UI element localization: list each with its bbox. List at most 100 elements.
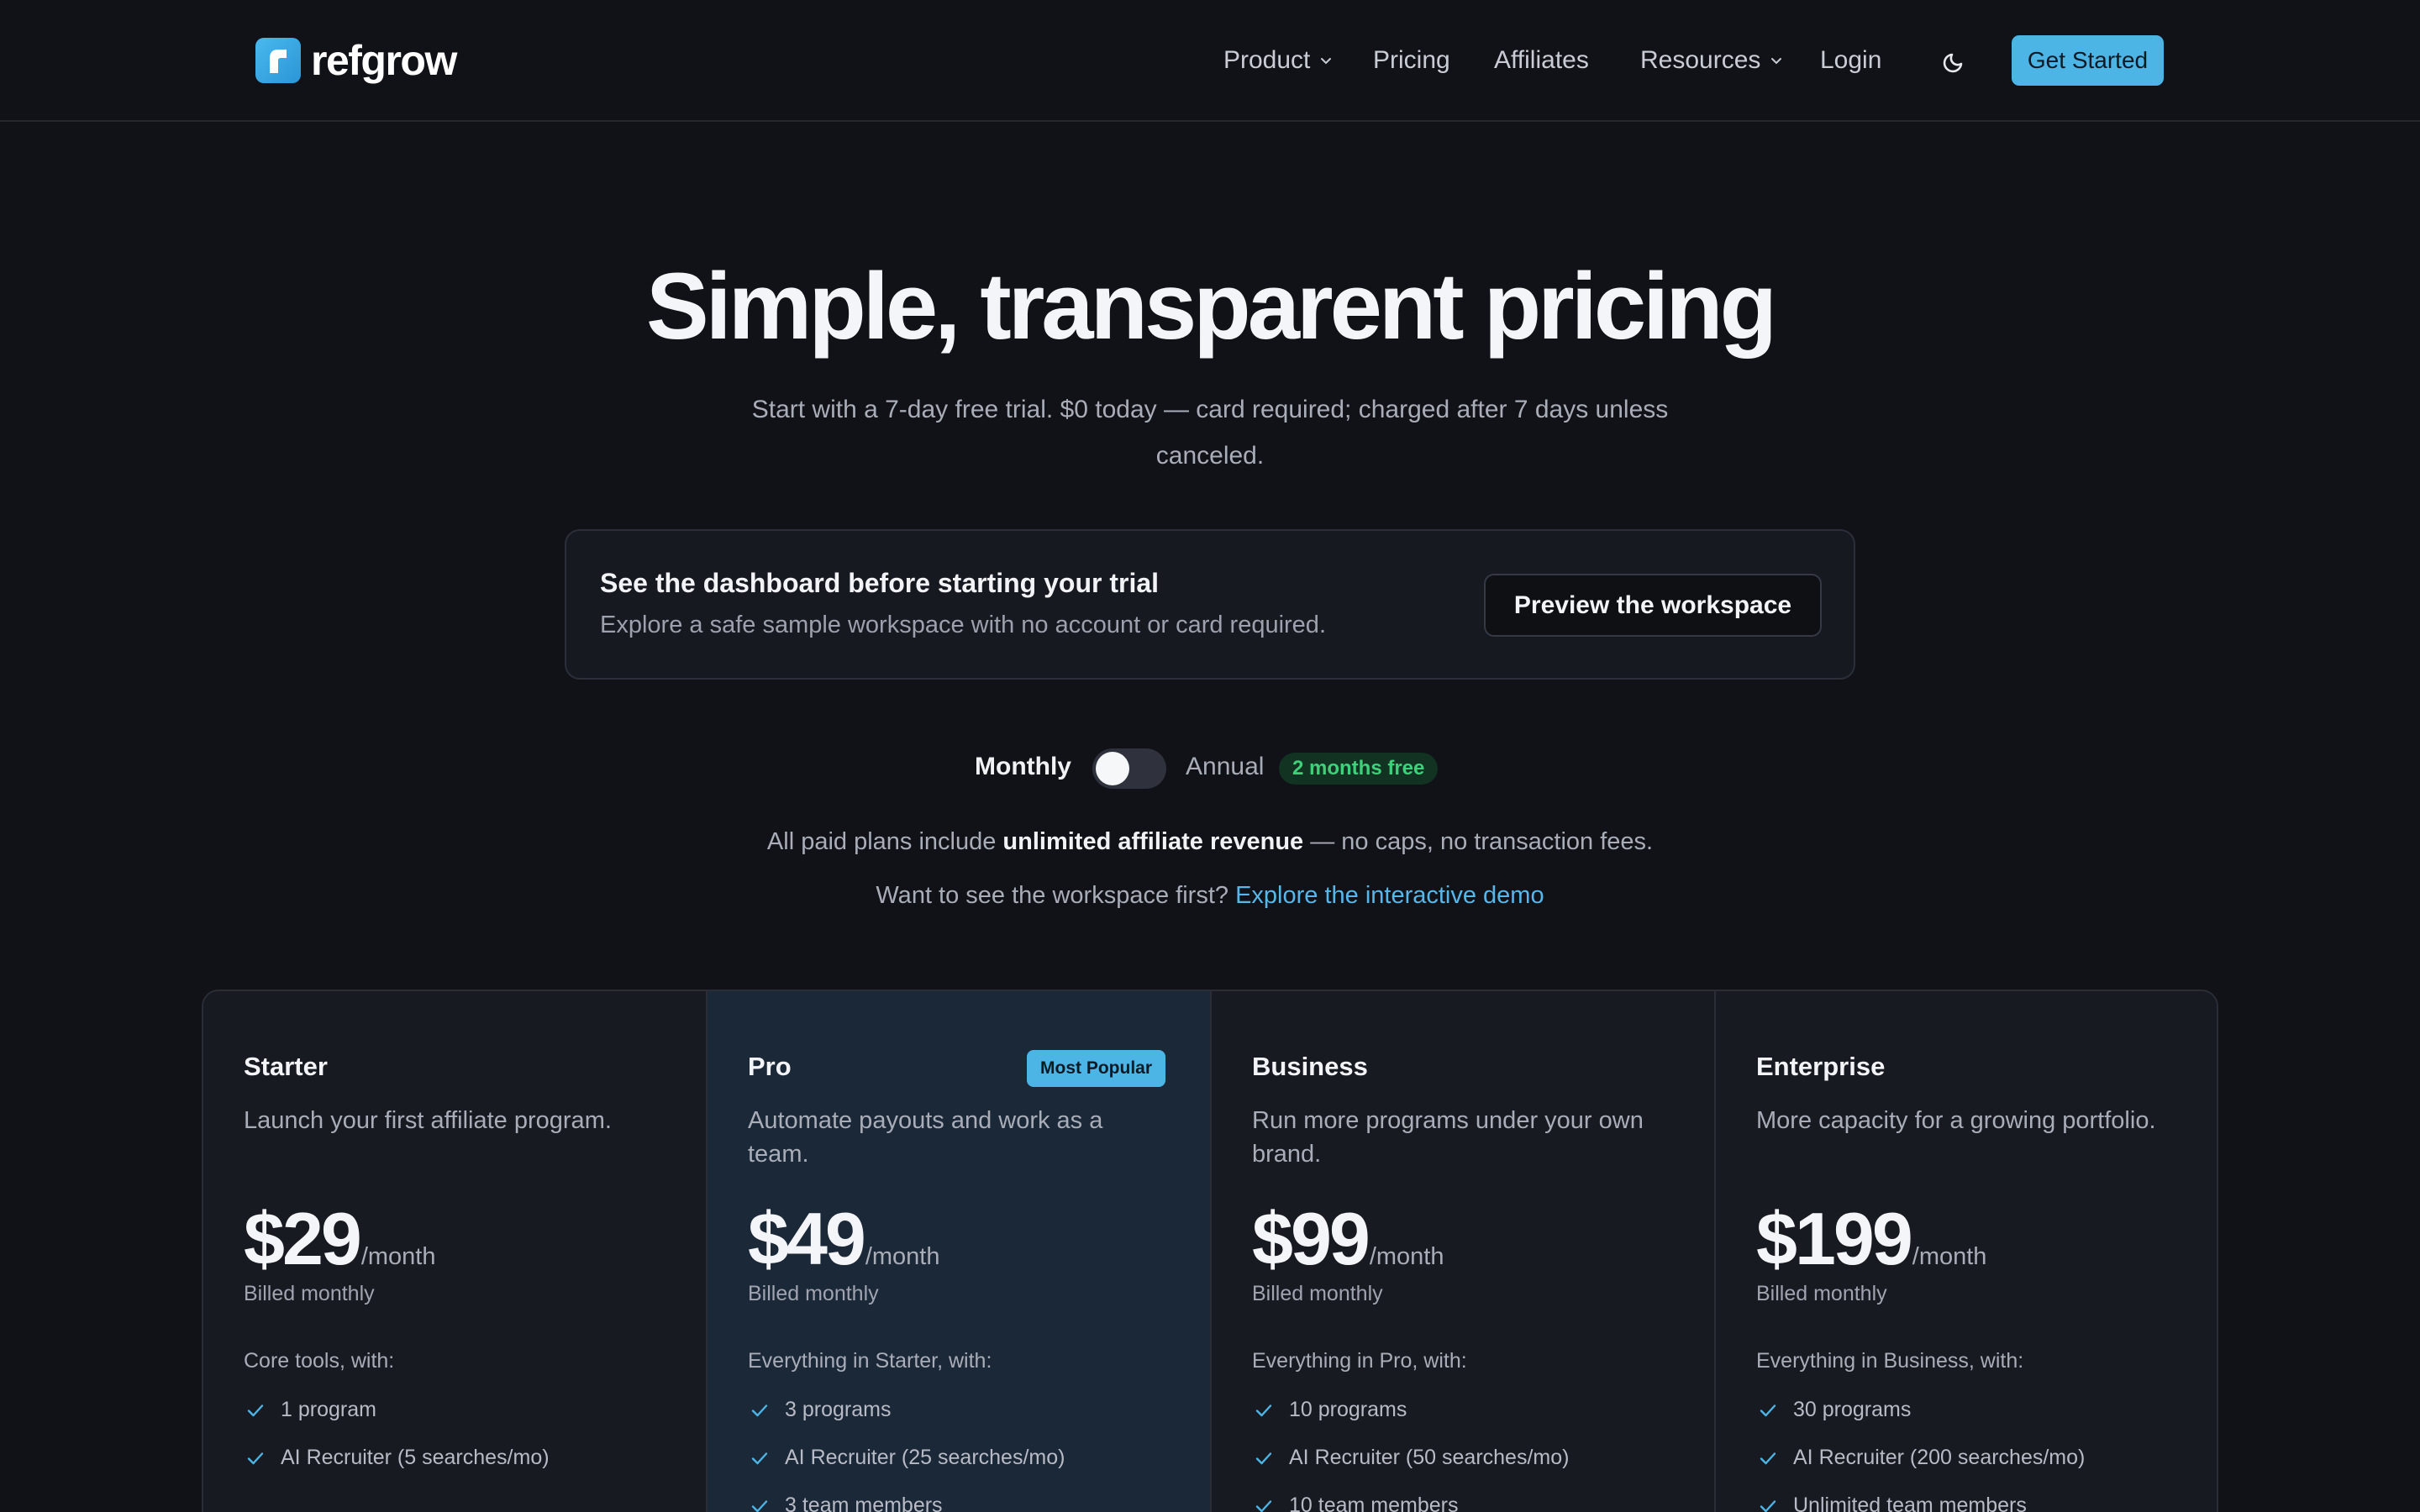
feature-list: 10 programs AI Recruiter (50 searches/mo… — [1252, 1386, 1569, 1512]
annual-discount-badge: 2 months free — [1279, 753, 1439, 785]
feature-item: AI Recruiter (25 searches/mo) — [748, 1434, 1065, 1482]
check-icon — [1255, 1499, 1272, 1512]
nav-product[interactable]: Product — [1223, 46, 1334, 75]
feature-item: 1 program — [244, 1386, 550, 1434]
check-icon — [247, 1452, 264, 1464]
plan-price: $29 /month — [244, 1196, 436, 1282]
plan-card-business: Business Run more programs under your own… — [1212, 991, 1716, 1512]
check-icon — [1760, 1404, 1776, 1416]
plan-price: $99 /month — [1252, 1196, 1444, 1282]
plans-note-prefix: All paid plans include — [766, 828, 1003, 855]
moon-icon — [1943, 53, 1963, 73]
check-icon — [751, 1499, 768, 1512]
billing-note: Billed monthly — [244, 1282, 375, 1305]
check-icon — [751, 1452, 768, 1464]
feature-text: 30 programs — [1793, 1398, 1912, 1421]
feature-text: 3 programs — [785, 1398, 892, 1421]
billing-annual-label[interactable]: Annual — [1186, 753, 1264, 781]
preview-title: See the dashboard before starting your t… — [600, 568, 1160, 598]
interactive-demo-link[interactable]: Explore the interactive demo — [1235, 882, 1544, 909]
feature-item: 3 team members — [748, 1482, 1065, 1512]
refgrow-logo-icon — [255, 38, 301, 83]
feature-text: AI Recruiter (25 searches/mo) — [785, 1446, 1065, 1469]
price-amount: $199 — [1756, 1197, 1913, 1280]
plan-name: Enterprise — [1756, 1052, 1886, 1081]
theme-toggle-button[interactable] — [1939, 46, 1970, 76]
billing-note: Billed monthly — [748, 1282, 879, 1305]
plan-description: Launch your first affiliate program. — [244, 1107, 612, 1134]
feature-text: 1 program — [281, 1398, 376, 1421]
get-started-button[interactable]: Get Started — [2012, 35, 2164, 86]
plan-name: Business — [1252, 1052, 1368, 1081]
nav-pricing[interactable]: Pricing — [1373, 46, 1450, 75]
feature-list: 3 programs AI Recruiter (25 searches/mo) — [748, 1386, 1065, 1512]
price-period: /month — [1369, 1243, 1444, 1270]
billing-note: Billed monthly — [1252, 1282, 1383, 1305]
includes-heading: Everything in Pro, with: — [1252, 1349, 1467, 1373]
feature-text: 10 team members — [1289, 1494, 1459, 1512]
preview-text: Explore a safe sample workspace with no … — [600, 612, 1326, 638]
plan-name: Pro — [748, 1052, 792, 1081]
switch-knob — [1096, 752, 1129, 785]
plan-description: More capacity for a growing portfolio. — [1756, 1107, 2156, 1134]
price-period: /month — [1912, 1243, 1987, 1270]
chevron-down-icon — [1771, 58, 1782, 65]
price-amount: $99 — [1252, 1197, 1370, 1280]
pricing-plans: Starter Launch your first affiliate progr… — [202, 990, 2218, 1512]
check-icon — [1255, 1452, 1272, 1464]
feature-item: AI Recruiter (5 searches/mo) — [244, 1434, 550, 1482]
feature-list: 1 program AI Recruiter (5 searches/mo) — [244, 1386, 550, 1482]
check-icon — [751, 1404, 768, 1416]
demo-prefix: Want to see the workspace first? — [876, 882, 1236, 909]
preview-card: See the dashboard before starting your t… — [565, 529, 1855, 680]
plans-note: All paid plans include unlimited affilia… — [0, 828, 2420, 856]
plan-description: Automate payouts and work as a team. — [748, 1107, 1103, 1168]
plan-price: $199 /month — [1756, 1196, 1986, 1282]
nav-product-label: Product — [1223, 46, 1311, 74]
feature-list: 30 programs AI Recruiter (200 searches/m… — [1756, 1386, 2085, 1512]
check-icon — [1760, 1452, 1776, 1464]
nav-login[interactable]: Login — [1820, 46, 1881, 75]
feature-item: AI Recruiter (50 searches/mo) — [1252, 1434, 1569, 1482]
feature-text: AI Recruiter (50 searches/mo) — [1289, 1446, 1570, 1469]
includes-heading: Core tools, with: — [244, 1349, 395, 1373]
chevron-down-icon — [1321, 58, 1332, 65]
plan-price: $49 /month — [748, 1196, 940, 1282]
check-icon — [1255, 1404, 1272, 1416]
feature-item: 10 team members — [1252, 1482, 1569, 1512]
feature-item: 30 programs — [1756, 1386, 2085, 1434]
most-popular-badge: Most Popular — [1027, 1050, 1166, 1087]
feature-item: Unlimited team members — [1756, 1482, 2085, 1512]
page-title: Simple, transparent pricing — [645, 254, 1777, 359]
preview-workspace-button[interactable]: Preview the workspace — [1484, 574, 1822, 637]
billing-note: Billed monthly — [1756, 1282, 1887, 1305]
check-icon — [247, 1404, 264, 1416]
plans-note-bold: unlimited affiliate revenue — [1002, 828, 1304, 855]
site-header: refgrow Product Pricing Affiliates Resou… — [0, 0, 2420, 122]
plan-card-enterprise: Enterprise More capacity for a growing po… — [1716, 991, 2217, 1512]
plan-card-starter: Starter Launch your first affiliate progr… — [203, 991, 708, 1512]
includes-heading: Everything in Starter, with: — [748, 1349, 992, 1373]
feature-text: AI Recruiter (5 searches/mo) — [281, 1446, 550, 1469]
price-period: /month — [865, 1243, 940, 1270]
includes-heading: Everything in Business, with: — [1756, 1349, 2024, 1373]
billing-monthly-label[interactable]: Monthly — [975, 753, 1071, 781]
feature-item: 3 programs — [748, 1386, 1065, 1434]
plans-note-suffix: — no caps, no transaction fees. — [1303, 828, 1654, 855]
plan-description: Run more programs under your own brand. — [1252, 1107, 1644, 1168]
plan-card-pro: Pro Most Popular Automate payouts and work… — [708, 991, 1212, 1512]
price-amount: $49 — [748, 1197, 866, 1280]
nav-resources[interactable]: Resources — [1640, 46, 1784, 75]
feature-text: AI Recruiter (200 searches/mo) — [1793, 1446, 2086, 1469]
page-subtitle: Start with a 7-day free trial. $0 today … — [751, 396, 1669, 470]
billing-toggle-row: Monthly Annual 2 months free — [0, 746, 2420, 791]
check-icon — [1760, 1499, 1776, 1512]
feature-item: 10 programs — [1252, 1386, 1569, 1434]
nav-affiliates[interactable]: Affiliates — [1494, 46, 1589, 75]
logo[interactable]: refgrow — [255, 34, 457, 87]
plan-name: Starter — [244, 1052, 328, 1081]
nav-resources-label: Resources — [1640, 46, 1761, 74]
billing-period-switch[interactable] — [1092, 748, 1166, 789]
feature-text: Unlimited team members — [1793, 1494, 2027, 1512]
feature-text: 3 team members — [785, 1494, 943, 1512]
